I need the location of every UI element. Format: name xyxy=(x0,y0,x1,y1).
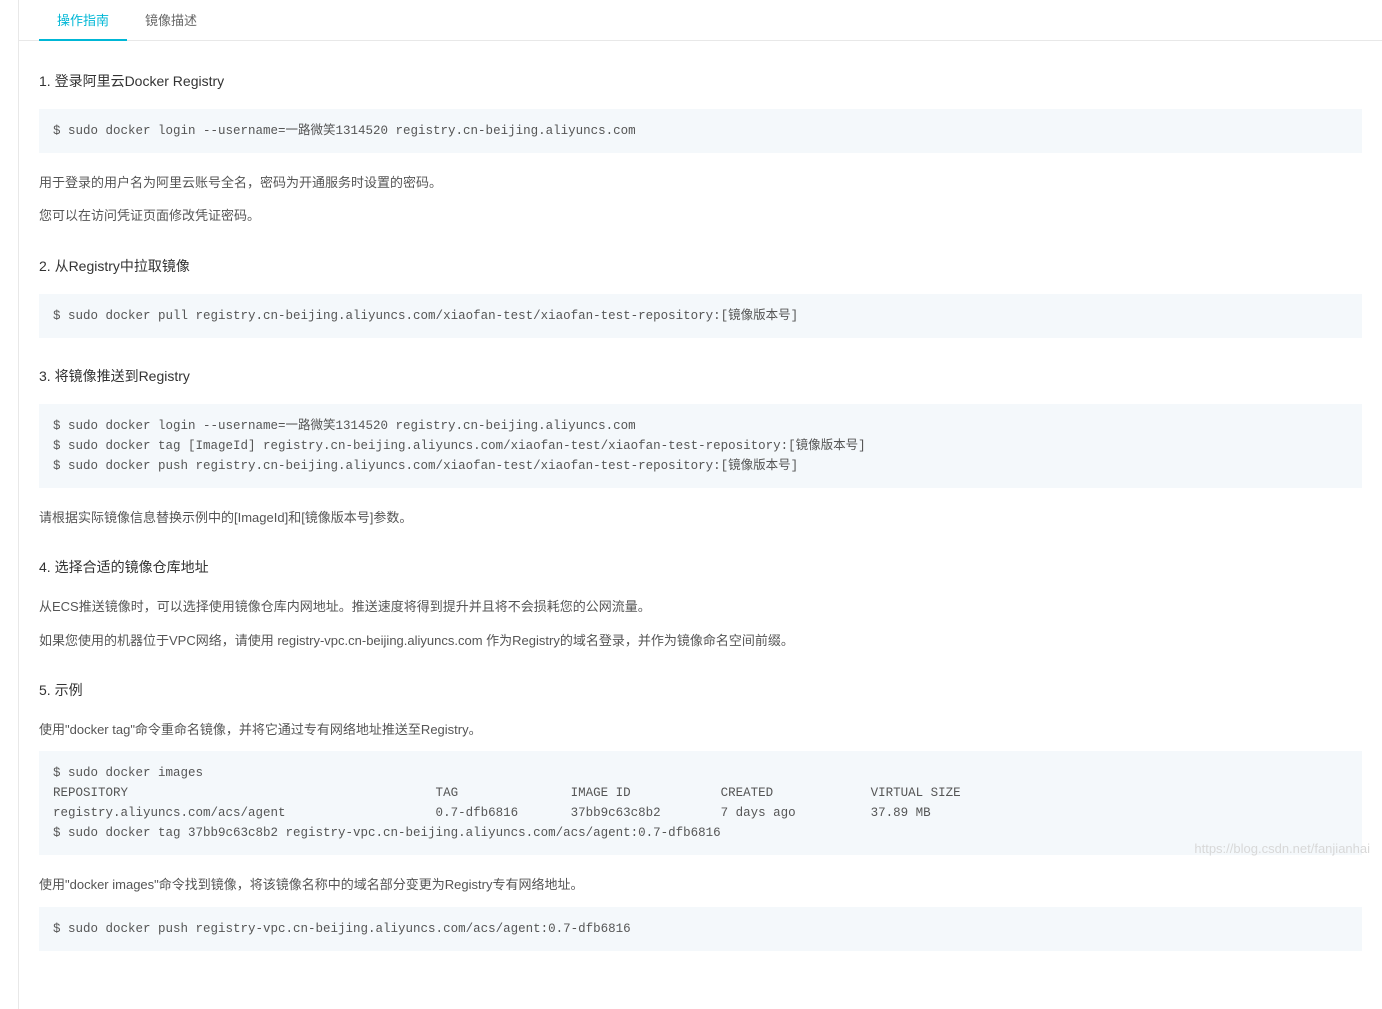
section5-desc2: 使用"docker images"命令找到镜像，将该镜像名称中的域名部分变更为R… xyxy=(39,873,1362,896)
section1-title: 1. 登录阿里云Docker Registry xyxy=(39,71,1362,91)
section3-desc: 请根据实际镜像信息替换示例中的[ImageId]和[镜像版本号]参数。 xyxy=(39,506,1362,529)
content-area: 1. 登录阿里云Docker Registry $ sudo docker lo… xyxy=(19,41,1382,951)
section5-code1: $ sudo docker images REPOSITORY TAG IMAG… xyxy=(39,751,1362,855)
section1-desc2: 您可以在访问凭证页面修改凭证密码。 xyxy=(39,204,1362,227)
section3-code: $ sudo docker login --username=一路微笑13145… xyxy=(39,404,1362,488)
section2-code: $ sudo docker pull registry.cn-beijing.a… xyxy=(39,294,1362,338)
section1-desc1: 用于登录的用户名为阿里云账号全名，密码为开通服务时设置的密码。 xyxy=(39,171,1362,194)
section2-title: 2. 从Registry中拉取镜像 xyxy=(39,256,1362,276)
tab-operation-guide[interactable]: 操作指南 xyxy=(39,0,127,41)
section1-code: $ sudo docker login --username=一路微笑13145… xyxy=(39,109,1362,153)
section4-desc2: 如果您使用的机器位于VPC网络，请使用 registry-vpc.cn-beij… xyxy=(39,629,1362,652)
section5-desc1: 使用"docker tag"命令重命名镜像，并将它通过专有网络地址推送至Regi… xyxy=(39,718,1362,741)
tab-bar: 操作指南 镜像描述 xyxy=(19,0,1382,41)
section5-title: 5. 示例 xyxy=(39,680,1362,700)
section4-desc1: 从ECS推送镜像时，可以选择使用镜像仓库内网地址。推送速度将得到提升并且将不会损… xyxy=(39,595,1362,618)
main-container: 操作指南 镜像描述 1. 登录阿里云Docker Registry $ sudo… xyxy=(18,0,1382,1009)
section4-title: 4. 选择合适的镜像仓库地址 xyxy=(39,557,1362,577)
section3-title: 3. 将镜像推送到Registry xyxy=(39,366,1362,386)
tab-image-description[interactable]: 镜像描述 xyxy=(127,0,215,41)
section5-code2: $ sudo docker push registry-vpc.cn-beiji… xyxy=(39,907,1362,951)
